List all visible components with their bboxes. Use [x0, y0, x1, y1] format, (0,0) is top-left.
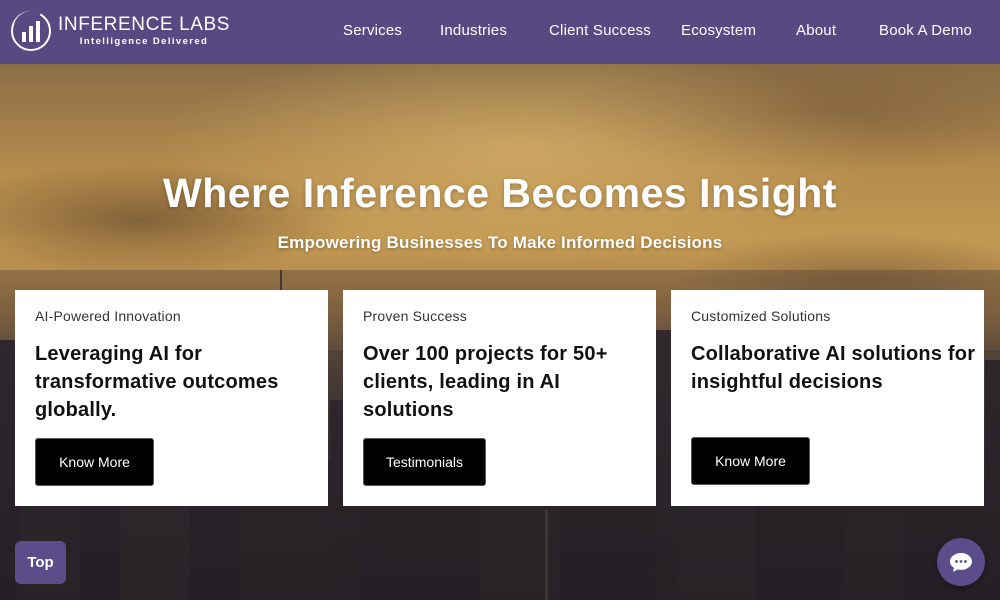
nav-item-services[interactable]: Services [343, 22, 402, 39]
card-heading: Collaborative AI solutions for insightfu… [691, 343, 976, 393]
chat-button[interactable] [937, 538, 985, 586]
nav-item-industries[interactable]: Industries [440, 22, 507, 39]
scroll-to-top-button[interactable]: Top [15, 541, 66, 584]
know-more-button[interactable]: Know More [691, 437, 810, 485]
nav-item-client-success[interactable]: Client Success [549, 22, 651, 39]
testimonials-button[interactable]: Testimonials [363, 438, 486, 486]
hero-title: Where Inference Becomes Insight [163, 170, 837, 216]
hero-subtitle: Empowering Businesses To Make Informed D… [277, 233, 723, 252]
main-nav: Services Industries Client Success Ecosy… [0, 0, 1000, 64]
know-more-button[interactable]: Know More [35, 438, 154, 486]
card-label: Customized Solutions [691, 308, 831, 324]
top-navigation-bar: INFERENCE LABS Intelligence Delivered Se… [0, 0, 1000, 64]
card-label: Proven Success [363, 308, 467, 324]
nav-item-book-a-demo[interactable]: Book A Demo [879, 22, 972, 39]
feature-card-customized-solutions: Customized Solutions Collaborative AI so… [671, 290, 984, 506]
nav-item-ecosystem[interactable]: Ecosystem [681, 22, 756, 39]
feature-card-proven-success: Proven Success Over 100 projects for 50+… [343, 290, 656, 506]
card-heading: Over 100 projects for 50+ clients, leadi… [363, 343, 608, 421]
card-label: AI-Powered Innovation [35, 308, 181, 324]
feature-card-ai-innovation: AI-Powered Innovation Leveraging AI for … [15, 290, 328, 506]
card-heading: Leveraging AI for transformative outcome… [35, 343, 279, 421]
nav-item-about[interactable]: About [796, 22, 836, 39]
chat-bubble-icon [950, 553, 972, 572]
